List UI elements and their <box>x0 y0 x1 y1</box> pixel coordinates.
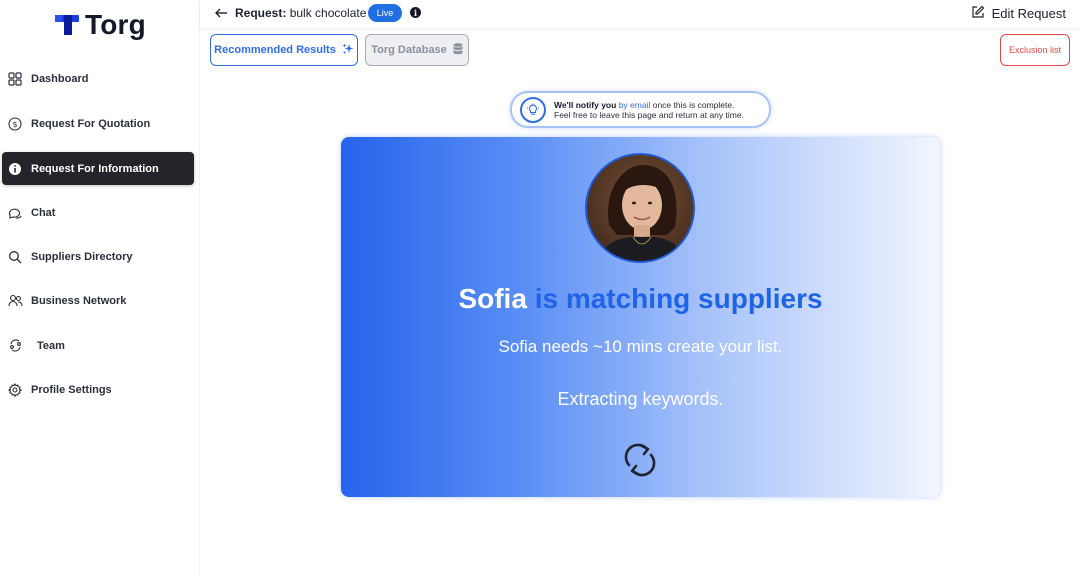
notice-line2: Feel free to leave this page and return … <box>554 109 744 120</box>
lightbulb-icon <box>520 96 546 123</box>
notice-text: We'll notify you by email once this is c… <box>554 100 744 120</box>
avatar <box>585 153 695 263</box>
edit-icon <box>971 5 985 22</box>
edit-request-label: Edit Request <box>991 6 1066 21</box>
dollar-circle-icon: $ <box>7 116 23 132</box>
sidebar-item-profile[interactable]: Profile Settings <box>2 373 194 406</box>
info-icon[interactable]: i <box>410 7 421 18</box>
sparkles-icon <box>342 43 354 58</box>
card-headline: Sofia is matching suppliers <box>341 283 940 315</box>
team-icon <box>7 338 23 354</box>
sidebar-item-chat[interactable]: Chat <box>2 196 194 229</box>
sidebar-item-label: Chat <box>31 206 56 219</box>
refresh-spinner-icon <box>621 441 659 479</box>
torg-logo-icon <box>55 13 79 37</box>
chat-bubbles-icon <box>7 205 23 221</box>
email-notice: We'll notify you by email once this is c… <box>510 91 771 128</box>
request-prefix: Request: <box>235 6 287 20</box>
sidebar-item-label: Request For Information <box>31 162 159 175</box>
request-title: Request: bulk chocolate <box>235 6 366 20</box>
notice-bold: We'll notify you <box>554 99 617 110</box>
svg-text:$: $ <box>12 120 17 129</box>
sidebar: Torg Dashboard $ Request For Quotation R… <box>0 0 200 577</box>
sidebar-item-network[interactable]: Business Network <box>2 284 194 317</box>
exclusion-list-button[interactable]: Exclusion list <box>1000 34 1070 66</box>
progress-status: Extracting keywords. <box>557 389 724 409</box>
sidebar-item-rfi[interactable]: Request For Information <box>2 152 194 185</box>
gear-icon <box>7 382 23 398</box>
info-circle-icon <box>7 161 23 177</box>
brand-name: Torg <box>85 9 146 40</box>
sidebar-item-rfq[interactable]: $ Request For Quotation <box>2 107 194 140</box>
brand-logo[interactable]: Torg <box>55 9 146 41</box>
search-icon <box>7 249 23 265</box>
sidebar-item-team[interactable]: Team <box>2 329 194 362</box>
top-bar: Request: bulk chocolate Live i Edit Requ… <box>200 0 1080 28</box>
sidebar-item-dashboard[interactable]: Dashboard <box>2 62 194 95</box>
grid-icon <box>7 71 23 87</box>
sidebar-item-label: Business Network <box>31 294 127 307</box>
people-icon <box>7 293 23 309</box>
status-badge: Live <box>368 4 402 22</box>
notice-rest: once this is complete. <box>652 99 735 110</box>
matching-progress-card: Sofia is matching suppliers Sofia needs … <box>341 137 940 497</box>
tab-label: Torg Database <box>371 44 447 56</box>
tab-torg-database[interactable]: Torg Database <box>365 34 469 66</box>
sidebar-item-suppliers[interactable]: Suppliers Directory <box>2 240 194 273</box>
edit-request-button[interactable]: Edit Request <box>971 5 1066 22</box>
sidebar-item-label: Request For Quotation <box>31 117 151 130</box>
agent-name: Sofia <box>458 283 527 314</box>
tab-label: Recommended Results <box>214 44 336 56</box>
sidebar-item-label: Team <box>37 339 65 352</box>
back-arrow-icon[interactable] <box>214 6 228 20</box>
sidebar-item-label: Suppliers Directory <box>31 250 133 263</box>
request-name: bulk chocolate <box>289 6 367 20</box>
notice-email-link[interactable]: by email <box>619 100 651 110</box>
tab-recommended-results[interactable]: Recommended Results <box>210 34 358 66</box>
eta-text: Sofia needs ~10 mins create your list. <box>498 337 783 356</box>
headline-rest: is matching suppliers <box>534 283 823 314</box>
sidebar-item-label: Dashboard <box>31 72 89 85</box>
sidebar-item-label: Profile Settings <box>31 383 112 396</box>
database-icon <box>453 42 463 58</box>
